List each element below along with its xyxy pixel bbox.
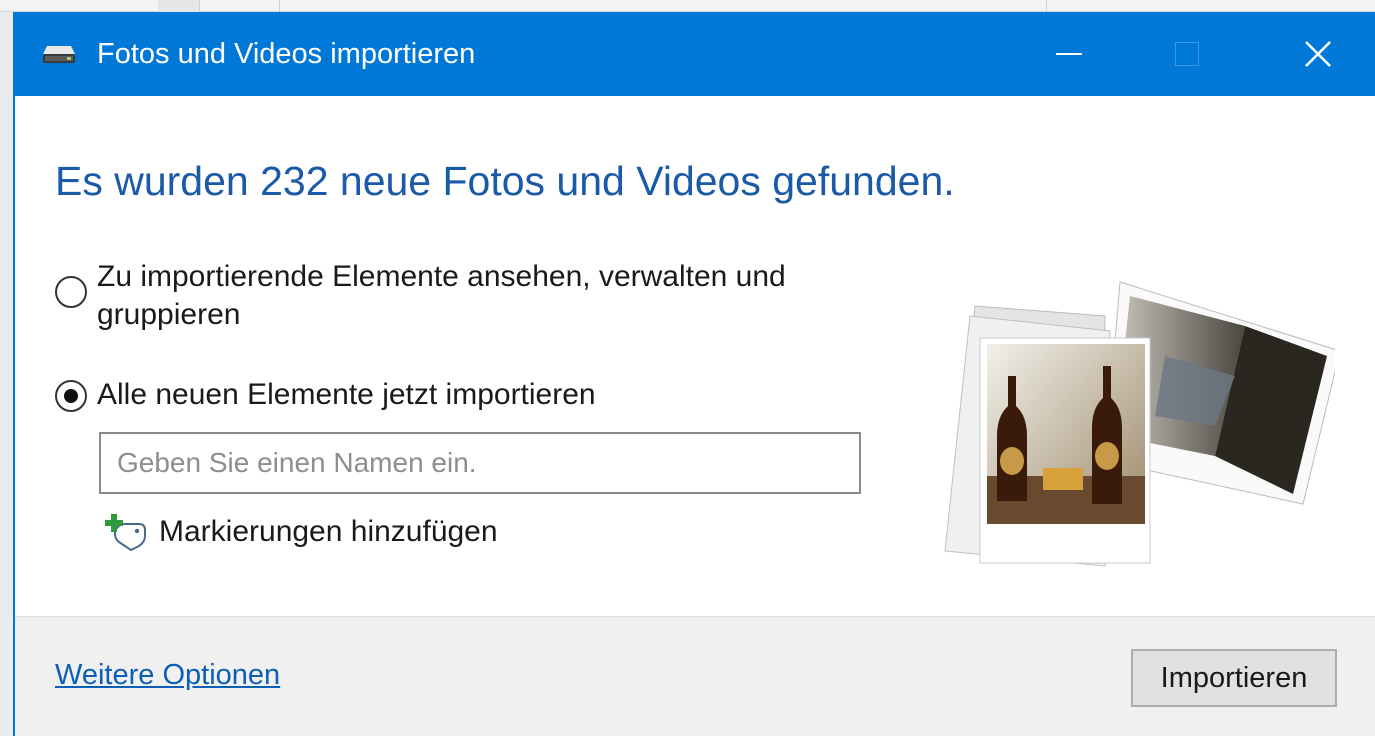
photo-stack-illustration (944, 281, 1335, 567)
minimize-button[interactable] (1010, 12, 1128, 96)
import-dialog: Fotos und Videos importieren Es wurden 2… (13, 12, 1375, 736)
radio-import-all[interactable] (55, 380, 87, 412)
close-button[interactable] (1259, 12, 1375, 96)
radio-selected-dot (64, 389, 78, 403)
dialog-footer: Weitere Optionen Importieren (15, 616, 1375, 736)
maximize-icon (1175, 42, 1199, 66)
maximize-button[interactable] (1128, 12, 1246, 96)
found-items-heading: Es wurden 232 neue Fotos und Videos gefu… (55, 158, 955, 204)
title-bar[interactable]: Fotos und Videos importieren (15, 12, 1375, 96)
option-import-all-label[interactable]: Alle neuen Elemente jetzt importieren (97, 376, 857, 414)
drive-icon (43, 46, 75, 63)
option-review-organize-label[interactable]: Zu importierende Elemente ansehen, verwa… (97, 258, 857, 334)
background-divider (1046, 0, 1047, 12)
add-tags-link[interactable]: Markierungen hinzufügen (105, 512, 498, 552)
background-toolbar-segment (158, 0, 200, 12)
add-tags-label[interactable]: Markierungen hinzufügen (159, 515, 498, 549)
option-review-organize[interactable]: Zu importierende Elemente ansehen, verwa… (55, 258, 857, 334)
more-options-link[interactable]: Weitere Optionen (55, 659, 280, 692)
name-input[interactable] (99, 432, 861, 494)
minimize-icon (1056, 53, 1082, 55)
import-button[interactable]: Importieren (1131, 649, 1337, 707)
radio-review-organize[interactable] (55, 276, 87, 308)
add-tag-icon (105, 514, 146, 552)
dialog-content: Es wurden 232 neue Fotos und Videos gefu… (15, 96, 1375, 616)
window-title: Fotos und Videos importieren (97, 38, 476, 70)
background-toolbar-segment (210, 0, 280, 12)
background-window-edge (0, 0, 1375, 12)
option-import-all[interactable]: Alle neuen Elemente jetzt importieren (55, 376, 857, 414)
close-icon (1305, 41, 1331, 67)
